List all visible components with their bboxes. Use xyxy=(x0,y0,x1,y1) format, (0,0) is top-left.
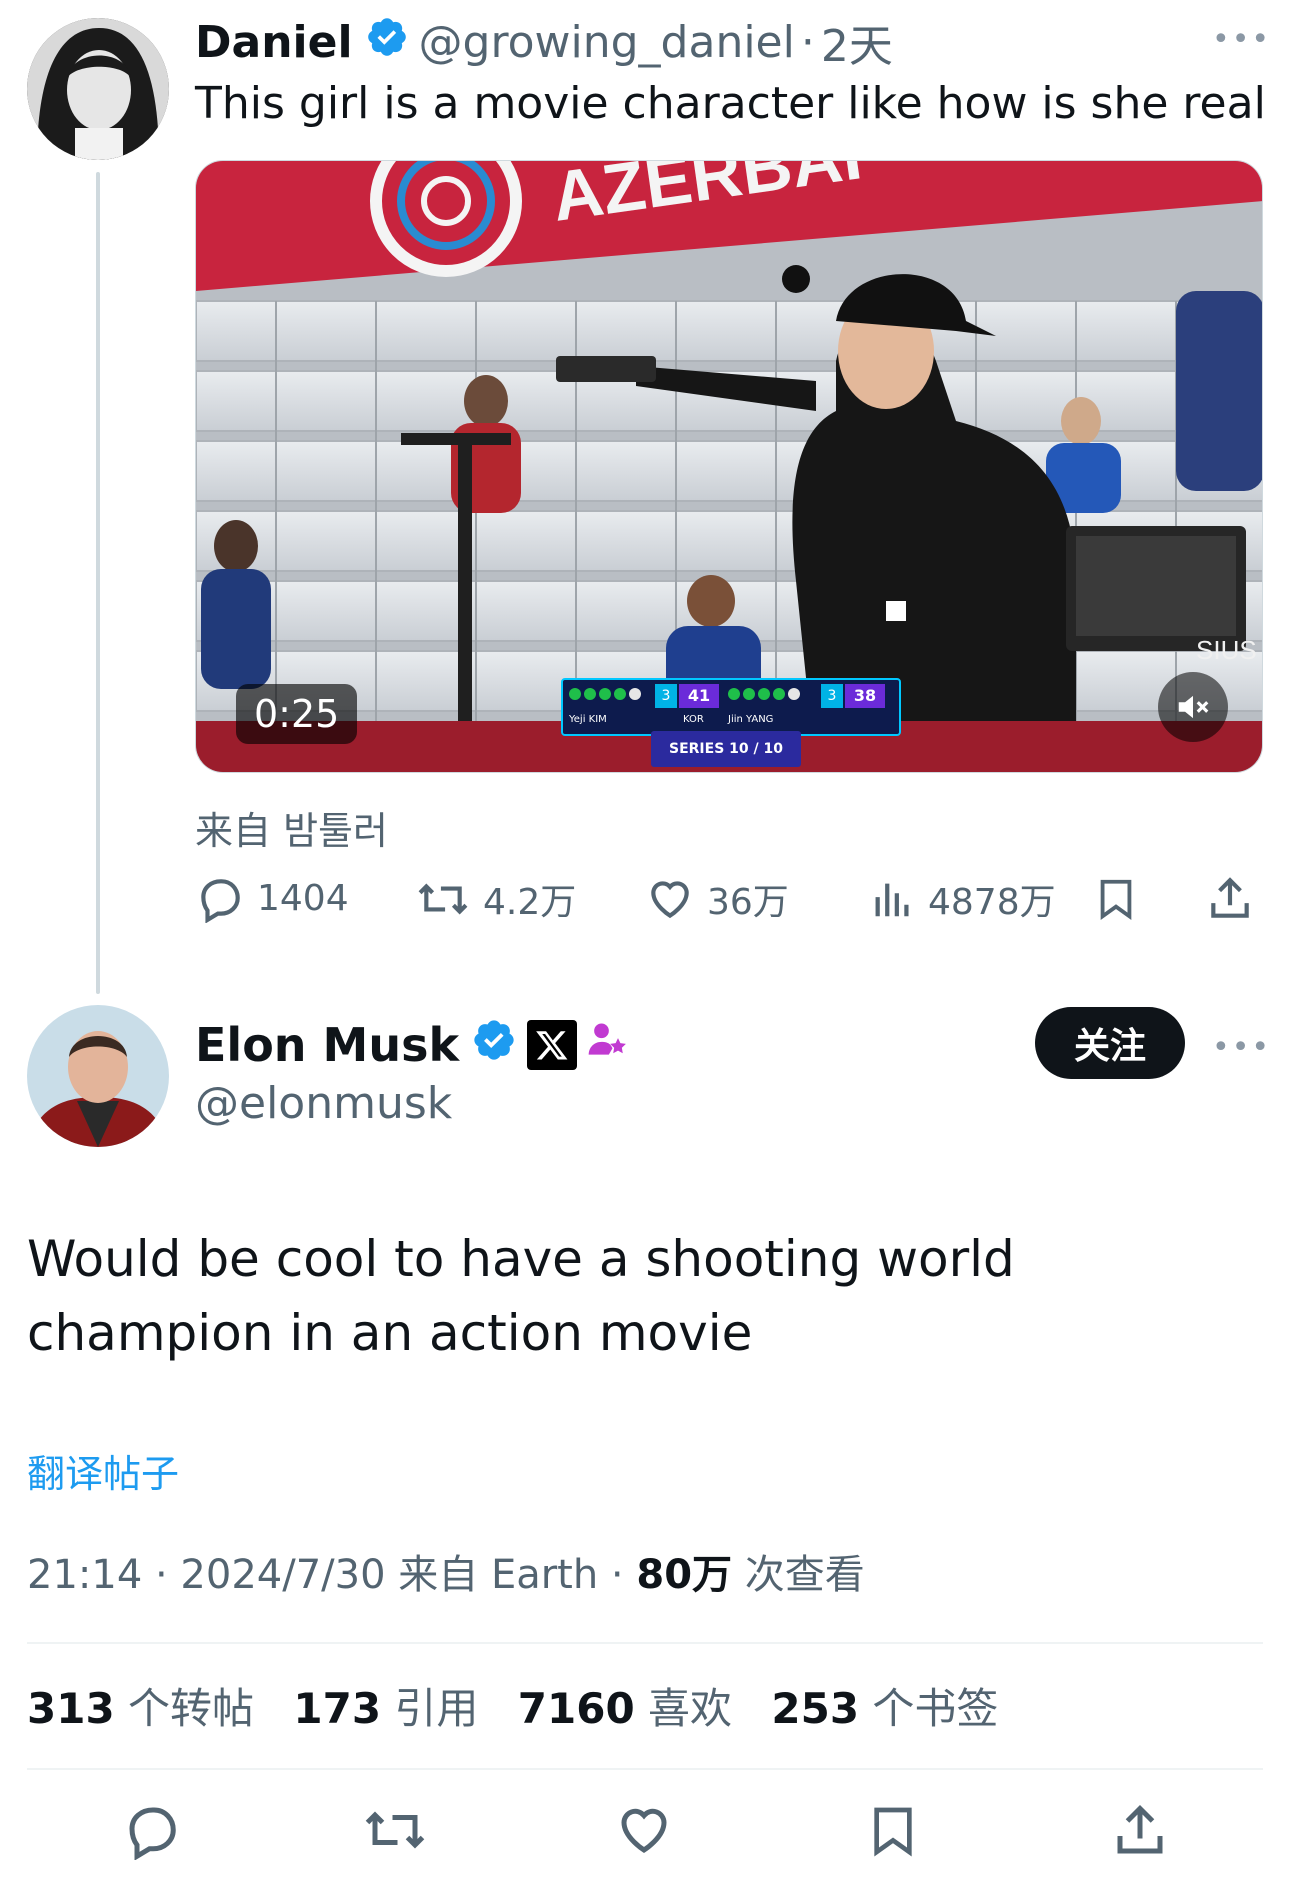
repost-count: 4.2万 xyxy=(483,882,577,923)
timestamp-and-source[interactable]: 21:14 · 2024/7/30 来自 Earth · xyxy=(27,1552,636,1598)
main-author-name[interactable]: Elon Musk xyxy=(195,1018,459,1072)
parent-tweet-header: Daniel @growing_daniel · 2天 xyxy=(195,14,893,73)
translate-post-link[interactable]: 翻译帖子 xyxy=(27,1443,179,1498)
view-count-suffix: 次查看 xyxy=(732,1552,865,1598)
scoreboard: Yeji KIM 3 41 Jiin YANG 3 38 KOR xyxy=(561,678,901,736)
parent-tweet-text: This girl is a movie character like how … xyxy=(195,78,1266,129)
parent-author-name[interactable]: Daniel xyxy=(195,17,353,68)
bar-chart-icon xyxy=(875,883,909,917)
daniel-avatar[interactable] xyxy=(27,18,169,160)
quotes-stat[interactable]: 173 引用 xyxy=(293,1684,478,1733)
views-count: 4878万 xyxy=(928,882,1056,923)
thread-connector-line xyxy=(96,172,100,994)
more-dots-icon[interactable]: ••• xyxy=(1212,22,1271,57)
elon-avatar[interactable] xyxy=(27,1005,169,1147)
player2-series: 3 xyxy=(821,684,843,708)
speech-bubble-icon xyxy=(201,879,240,923)
player2-name: Jiin YANG xyxy=(728,714,774,725)
like-button[interactable] xyxy=(614,1800,674,1864)
player1-series: 3 xyxy=(655,684,677,708)
video-source-attribution[interactable]: 来自 밤툴러 xyxy=(195,800,388,855)
speech-bubble-icon xyxy=(129,1807,176,1861)
views-action[interactable]: 4878万 xyxy=(870,873,1056,925)
parent-author-handle[interactable]: @growing_daniel xyxy=(419,17,795,68)
verified-badge-icon xyxy=(471,1017,517,1074)
main-author-handle[interactable]: @elonmusk xyxy=(195,1078,452,1129)
bookmark-icon xyxy=(874,1807,912,1857)
verified-badge-icon xyxy=(365,15,409,70)
player1-name: Yeji KIM xyxy=(569,714,607,725)
like-count: 36万 xyxy=(707,882,789,923)
divider-bottom xyxy=(27,1768,1263,1770)
like-action[interactable]: 36万 xyxy=(645,873,789,925)
player2-dots xyxy=(728,688,800,700)
bookmarks-stat[interactable]: 253 个书签 xyxy=(771,1684,998,1733)
divider-top xyxy=(27,1642,1263,1644)
monitor-brand: SIUS xyxy=(1196,635,1257,665)
main-tweet-text: Would be cool to have a shooting world c… xyxy=(27,1230,1015,1362)
player1-total: 41 xyxy=(679,684,719,708)
x-logo-badge-icon[interactable] xyxy=(527,1020,578,1070)
more-dots-icon[interactable]: ••• xyxy=(1212,1030,1271,1065)
reposts-stat[interactable]: 313 个转帖 xyxy=(27,1684,254,1733)
follow-button[interactable]: 关注 xyxy=(1035,1007,1185,1079)
view-count: 80万 xyxy=(636,1552,733,1598)
player2-total: 38 xyxy=(845,684,885,708)
main-tweet-header: Elon Musk xyxy=(195,1014,629,1076)
reply-action[interactable]: 1404 xyxy=(195,873,349,923)
repost-arrows-icon xyxy=(418,883,468,915)
reply-count: 1404 xyxy=(257,877,349,919)
country-code: KOR xyxy=(683,714,704,725)
heart-icon xyxy=(651,881,689,919)
reply-button[interactable] xyxy=(122,1800,182,1864)
tweet-metadata: 21:14 · 2024/7/30 来自 Earth · 80万 次查看 xyxy=(27,1542,865,1600)
muted-speaker-icon[interactable] xyxy=(1158,672,1228,742)
bookmark-action[interactable] xyxy=(1093,873,1151,925)
share-action[interactable] xyxy=(1205,873,1267,925)
repost-action[interactable]: 4.2万 xyxy=(415,873,576,925)
video-player[interactable]: AZERBAI SIUS Yeji KIM 3 41 Jiin YANG 3 3… xyxy=(195,160,1263,773)
share-upload-icon xyxy=(1211,877,1249,918)
engagement-stats: 313 个转帖 173 引用 7160 喜欢 253 个书签 xyxy=(27,1675,1024,1736)
separator-dot: · xyxy=(800,16,815,68)
affiliate-person-icon xyxy=(585,1018,629,1073)
repost-button[interactable] xyxy=(362,1800,428,1864)
heart-icon xyxy=(621,1808,667,1853)
share-upload-icon xyxy=(1117,1804,1163,1854)
player1-dots xyxy=(569,688,641,700)
share-button[interactable] xyxy=(1110,1800,1170,1866)
bookmark-icon xyxy=(1100,879,1132,920)
bookmark-button[interactable] xyxy=(865,1800,921,1866)
series-label: SERIES 10 / 10 xyxy=(651,731,801,767)
likes-stat[interactable]: 7160 喜欢 xyxy=(518,1684,732,1733)
repost-arrows-icon xyxy=(365,1811,425,1849)
parent-time-ago[interactable]: 2天 xyxy=(821,10,893,74)
video-duration: 0:25 xyxy=(236,684,358,744)
